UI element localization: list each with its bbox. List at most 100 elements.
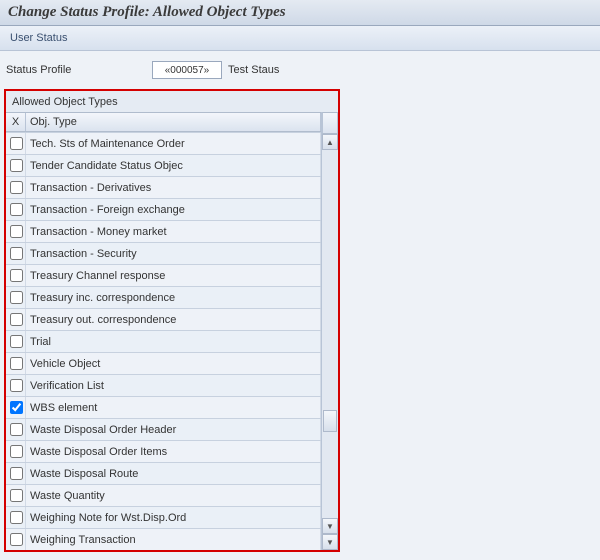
status-profile-label: Status Profile (6, 64, 146, 76)
row-label: Waste Quantity (26, 485, 321, 506)
row-checkbox-cell (6, 243, 26, 264)
grid: X Obj. Type Tech. Sts of Maintenance Ord… (6, 112, 321, 550)
chevron-up-icon: ▲ (326, 138, 334, 147)
table-row[interactable]: Waste Disposal Route (6, 462, 321, 484)
row-label: Weighing Note for Wst.Disp.Ord (26, 507, 321, 528)
status-profile-input[interactable] (152, 61, 222, 79)
row-checkbox[interactable] (10, 335, 23, 348)
scroll-track[interactable] (322, 150, 338, 518)
row-checkbox[interactable] (10, 137, 23, 150)
row-checkbox-cell (6, 199, 26, 220)
table-row[interactable]: Treasury Channel response (6, 264, 321, 286)
row-checkbox[interactable] (10, 181, 23, 194)
page-title: Change Status Profile: Allowed Object Ty… (8, 4, 286, 20)
row-label: Trial (26, 331, 321, 352)
scroll-up-button[interactable]: ▲ (322, 134, 338, 150)
row-label: Treasury inc. correspondence (26, 287, 321, 308)
row-checkbox-cell (6, 397, 26, 418)
row-checkbox-cell (6, 177, 26, 198)
table-row[interactable]: Treasury inc. correspondence (6, 286, 321, 308)
row-checkbox[interactable] (10, 533, 23, 546)
row-label: WBS element (26, 397, 321, 418)
row-checkbox-cell (6, 265, 26, 286)
table-row[interactable]: Waste Disposal Order Header (6, 418, 321, 440)
table-row[interactable]: Verification List (6, 374, 321, 396)
row-checkbox-cell (6, 133, 26, 154)
scrollbar-header-spacer (322, 112, 338, 134)
table-row[interactable]: Transaction - Derivatives (6, 176, 321, 198)
table-title: Allowed Object Types (6, 93, 338, 112)
row-checkbox-cell (6, 507, 26, 528)
row-checkbox-cell (6, 331, 26, 352)
row-label: Transaction - Money market (26, 221, 321, 242)
row-label: Tech. Sts of Maintenance Order (26, 133, 321, 154)
row-checkbox[interactable] (10, 445, 23, 458)
row-label: Waste Disposal Route (26, 463, 321, 484)
row-checkbox[interactable] (10, 423, 23, 436)
table-row[interactable]: Waste Quantity (6, 484, 321, 506)
row-checkbox[interactable] (10, 269, 23, 282)
table-row[interactable]: Waste Disposal Order Items (6, 440, 321, 462)
scroll-down-button-2[interactable]: ▼ (322, 534, 338, 550)
row-checkbox[interactable] (10, 203, 23, 216)
table-row[interactable]: Treasury out. correspondence (6, 308, 321, 330)
status-profile-row: Status Profile Test Staus (4, 61, 592, 79)
table-row[interactable]: Tech. Sts of Maintenance Order (6, 132, 321, 154)
table-row[interactable]: Weighing Transaction (6, 528, 321, 550)
scroll-down-button[interactable]: ▼ (322, 518, 338, 534)
row-label: Transaction - Security (26, 243, 321, 264)
title-bar: Change Status Profile: Allowed Object Ty… (0, 0, 600, 26)
table-row[interactable]: Trial (6, 330, 321, 352)
allowed-object-types-table: Allowed Object Types X Obj. Type Tech. S… (4, 89, 340, 552)
row-label: Treasury out. correspondence (26, 309, 321, 330)
row-checkbox[interactable] (10, 159, 23, 172)
row-label: Verification List (26, 375, 321, 396)
row-checkbox-cell (6, 353, 26, 374)
chevron-down-icon: ▼ (326, 538, 334, 547)
row-label: Vehicle Object (26, 353, 321, 374)
status-profile-desc: Test Staus (228, 64, 279, 76)
user-status-link[interactable]: User Status (10, 32, 67, 44)
row-checkbox[interactable] (10, 291, 23, 304)
table-row[interactable]: WBS element (6, 396, 321, 418)
row-checkbox-cell (6, 287, 26, 308)
row-checkbox-cell (6, 529, 26, 550)
row-checkbox-cell (6, 419, 26, 440)
row-checkbox[interactable] (10, 357, 23, 370)
table-row[interactable]: Weighing Note for Wst.Disp.Ord (6, 506, 321, 528)
row-checkbox-cell (6, 441, 26, 462)
table-row[interactable]: Transaction - Security (6, 242, 321, 264)
toolbar: User Status (0, 26, 600, 51)
row-checkbox-cell (6, 155, 26, 176)
row-checkbox[interactable] (10, 401, 23, 414)
chevron-down-icon: ▼ (326, 522, 334, 531)
row-checkbox-cell (6, 309, 26, 330)
row-checkbox[interactable] (10, 467, 23, 480)
vertical-scrollbar[interactable]: ▲ ▼ ▼ (321, 112, 338, 550)
row-checkbox[interactable] (10, 247, 23, 260)
row-checkbox-cell (6, 375, 26, 396)
row-label: Transaction - Foreign exchange (26, 199, 321, 220)
header-row: X Obj. Type (6, 112, 321, 132)
row-checkbox[interactable] (10, 225, 23, 238)
content-area: Status Profile Test Staus Allowed Object… (0, 51, 600, 560)
row-checkbox[interactable] (10, 511, 23, 524)
header-x[interactable]: X (6, 113, 26, 131)
row-checkbox-cell (6, 463, 26, 484)
row-checkbox[interactable] (10, 489, 23, 502)
row-label: Waste Disposal Order Header (26, 419, 321, 440)
row-label: Weighing Transaction (26, 529, 321, 550)
row-checkbox-cell (6, 221, 26, 242)
table-row[interactable]: Vehicle Object (6, 352, 321, 374)
row-label: Waste Disposal Order Items (26, 441, 321, 462)
table-row[interactable]: Transaction - Money market (6, 220, 321, 242)
row-checkbox-cell (6, 485, 26, 506)
scroll-thumb[interactable] (323, 410, 337, 432)
table-row[interactable]: Tender Candidate Status Objec (6, 154, 321, 176)
row-label: Tender Candidate Status Objec (26, 155, 321, 176)
row-checkbox[interactable] (10, 379, 23, 392)
row-label: Treasury Channel response (26, 265, 321, 286)
header-obj-type[interactable]: Obj. Type (26, 113, 321, 131)
table-row[interactable]: Transaction - Foreign exchange (6, 198, 321, 220)
row-checkbox[interactable] (10, 313, 23, 326)
